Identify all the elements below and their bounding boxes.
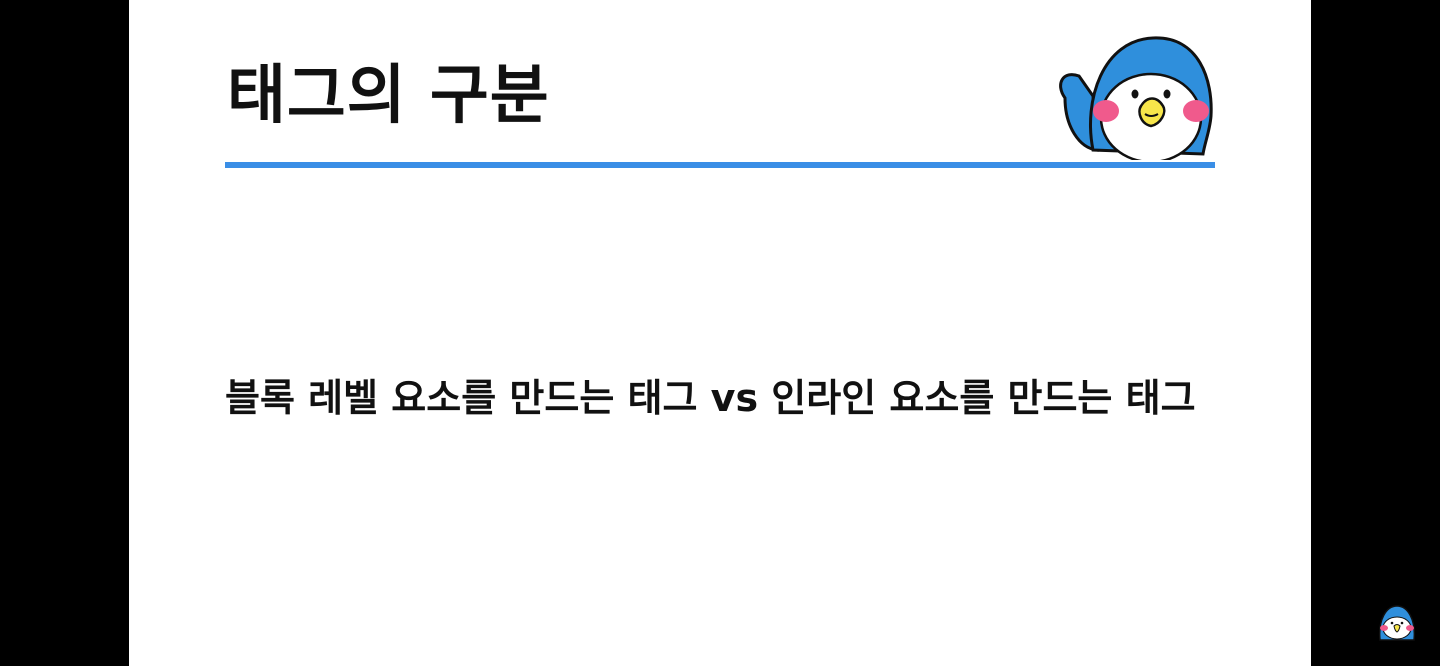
penguin-mascot-icon xyxy=(1053,30,1217,160)
video-frame: 태그의 구분 블록 레벨 요소를 만드는 태그 vs 인라인 요소를 만드는 태… xyxy=(0,0,1440,666)
slide: 태그의 구분 블록 레벨 요소를 만드는 태그 vs 인라인 요소를 만드는 태… xyxy=(129,0,1311,666)
title-divider xyxy=(225,162,1215,168)
slide-body-text: 블록 레벨 요소를 만드는 태그 vs 인라인 요소를 만드는 태그 xyxy=(225,376,1196,420)
penguin-channel-icon[interactable] xyxy=(1376,604,1418,642)
slide-title: 태그의 구분 xyxy=(227,59,550,133)
